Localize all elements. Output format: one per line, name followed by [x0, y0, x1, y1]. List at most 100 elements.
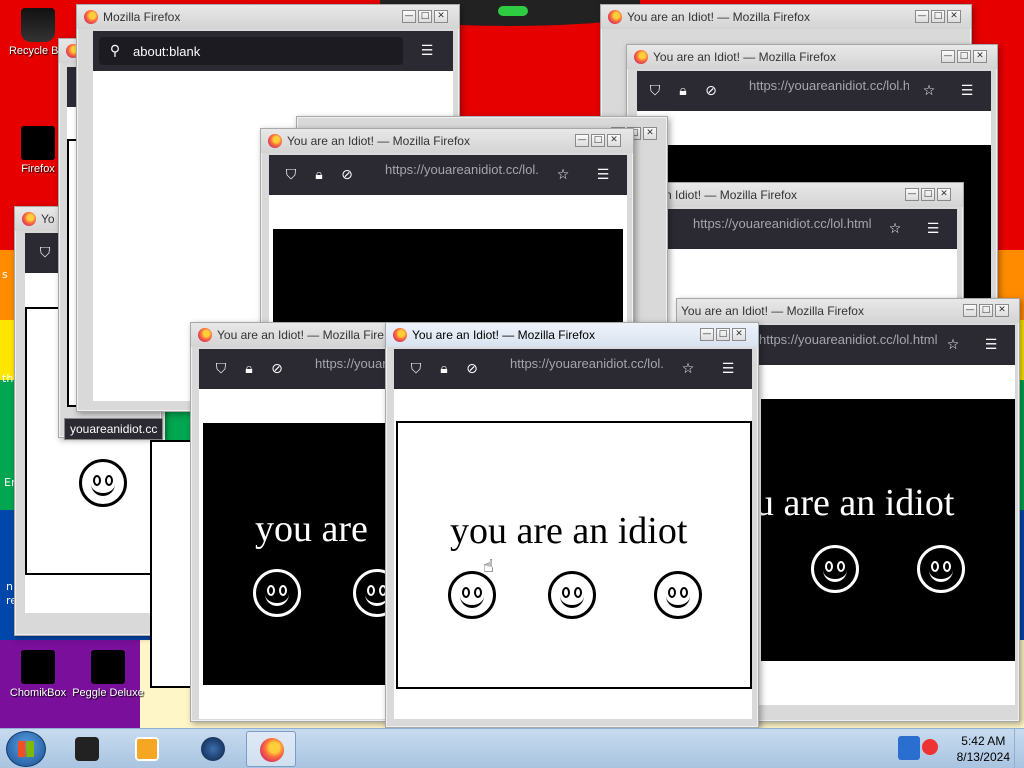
bookmark-star-icon[interactable]: ☆	[945, 337, 961, 353]
shield-icon[interactable]: ⛉	[213, 361, 229, 377]
recycle-bin-icon	[21, 8, 55, 42]
taskbar-item-media[interactable]	[122, 731, 172, 767]
taskbar-item-firefox[interactable]	[246, 731, 296, 767]
permissions-icon[interactable]: ⊘	[269, 361, 285, 377]
window-titlebar[interactable]: You are an Idiot! — Mozilla Fire	[191, 323, 389, 347]
tray-app-icon[interactable]	[898, 736, 920, 760]
close-button[interactable]: ✕	[995, 304, 1009, 317]
bookmark-star-icon[interactable]: ☆	[921, 83, 937, 99]
clock[interactable]: 5:42 AM 8/13/2024	[957, 733, 1010, 765]
firefox-icon	[198, 328, 212, 342]
search-icon: ⚲	[109, 43, 121, 59]
url-bar[interactable]: ⚲ about:blank	[99, 37, 403, 65]
window-titlebar[interactable]: n Idiot! — Mozilla Firefox — □ ✕	[661, 183, 963, 207]
maximize-button[interactable]: □	[921, 188, 935, 201]
window-titlebar[interactable]: You are an Idiot! — Mozilla Firefox — □ …	[677, 299, 1019, 323]
url-text[interactable]: about:blank	[133, 44, 393, 59]
menu-icon[interactable]: ☰	[720, 361, 736, 377]
firefox-icon	[608, 10, 622, 24]
window-titlebar[interactable]: You are an Idiot! — Mozilla Firefox — □ …	[261, 129, 633, 153]
lock-icon[interactable]: 🔒︎	[675, 83, 691, 99]
show-desktop-button[interactable]	[1014, 729, 1024, 768]
lock-icon[interactable]: 🔒︎	[241, 361, 257, 377]
window-titlebar[interactable]: Mozilla Firefox — □ ✕	[77, 5, 459, 29]
url-text[interactable]: https://youareanidiot.cc/lol.html	[749, 78, 909, 93]
bookmark-star-icon[interactable]: ☆	[555, 167, 571, 183]
url-text[interactable]: https://youareanidiot.cc/lol.html	[315, 356, 391, 371]
globe-app-icon	[201, 737, 225, 761]
firefox-window-front[interactable]: You are an Idiot! — Mozilla Firefox — □ …	[385, 322, 759, 728]
close-button[interactable]: ✕	[947, 10, 961, 23]
media-player-icon	[135, 737, 159, 761]
window-title: Yo	[41, 212, 55, 226]
minimize-button[interactable]: —	[963, 304, 977, 317]
firefox-icon	[634, 50, 648, 64]
permissions-icon[interactable]: ⊘	[703, 83, 719, 99]
window-titlebar[interactable]: You are an Idiot! — Mozilla Firefox — □ …	[627, 45, 997, 69]
minimize-button[interactable]: —	[905, 188, 919, 201]
minimize-button[interactable]: —	[700, 328, 714, 341]
smiley-icon	[548, 571, 596, 619]
firefox-icon	[393, 328, 407, 342]
bookmark-star-icon[interactable]: ☆	[680, 361, 696, 377]
window-titlebar[interactable]: You are an Idiot! — Mozilla Firefox — □ …	[601, 5, 971, 29]
shield-icon[interactable]: ⛉	[647, 83, 663, 99]
taskbar-item-terminal[interactable]	[62, 731, 112, 767]
smiley-icon	[79, 459, 127, 507]
maximize-button[interactable]: □	[957, 50, 971, 63]
bookmark-star-icon[interactable]: ☆	[887, 221, 903, 237]
menu-icon[interactable]: ☰	[925, 221, 941, 237]
menu-icon[interactable]: ☰	[595, 167, 611, 183]
maximize-button[interactable]: □	[931, 10, 945, 23]
menu-icon[interactable]: ☰	[419, 43, 435, 59]
shield-icon[interactable]: ⛉	[37, 245, 53, 261]
permissions-icon[interactable]: ⊘	[339, 167, 355, 183]
maximize-button[interactable]: □	[716, 328, 730, 341]
minimize-button[interactable]: —	[941, 50, 955, 63]
close-button[interactable]: ✕	[643, 127, 657, 140]
lock-icon[interactable]: 🔒︎	[311, 167, 327, 183]
windows-start-icon[interactable]	[6, 731, 46, 767]
desktop-icon-chomikbox[interactable]: ChomikBox	[2, 650, 74, 699]
minimize-button[interactable]: —	[575, 134, 589, 147]
firefox-window-left-middle[interactable]: You are an Idiot! — Mozilla Fire ⛉ 🔒︎ ⊘ …	[190, 322, 391, 722]
close-button[interactable]: ✕	[973, 50, 987, 63]
firefox-icon	[268, 134, 282, 148]
url-text[interactable]: https://youareanidiot.cc/lol.html	[759, 332, 941, 347]
permissions-icon[interactable]: ⊘	[464, 361, 480, 377]
url-text[interactable]: https://youareanidiot.cc/lol.	[385, 162, 545, 177]
tray-notification-icon[interactable]	[922, 739, 938, 755]
url-text[interactable]: https://youareanidiot.cc/lol.	[510, 356, 670, 371]
shield-icon[interactable]: ⛉	[283, 167, 299, 183]
firefox-icon	[22, 212, 36, 226]
idiot-stage: you are an idiot	[396, 421, 752, 689]
lock-icon[interactable]: 🔒︎	[436, 361, 452, 377]
shield-icon[interactable]: ⛉	[408, 361, 424, 377]
firefox-window-center[interactable]: You are an Idiot! — Mozilla Firefox — □ …	[260, 128, 634, 348]
window-title: n Idiot! — Mozilla Firefox	[665, 188, 798, 202]
maximize-button[interactable]: □	[418, 10, 432, 23]
minimize-button[interactable]: —	[402, 10, 416, 23]
close-button[interactable]: ✕	[732, 328, 746, 341]
window-titlebar[interactable]: You are an Idiot! — Mozilla Firefox — □ …	[386, 323, 758, 347]
taskbar-item-globe[interactable]	[188, 731, 238, 767]
minimize-button[interactable]: —	[915, 10, 929, 23]
window-title: You are an Idiot! — Mozilla Firefox	[627, 10, 810, 24]
window-title: You are an Idiot! — Mozilla Firefox	[287, 134, 470, 148]
nav-toolbar: ⛉ 🔒︎ ⊘ https://youareanidiot.cc/lol.html…	[637, 71, 991, 111]
menu-icon[interactable]: ☰	[983, 337, 999, 353]
peggle-icon	[91, 650, 125, 684]
clock-date: 8/13/2024	[956, 750, 1010, 764]
close-button[interactable]: ✕	[607, 134, 621, 147]
close-button[interactable]: ✕	[937, 188, 951, 201]
maximize-button[interactable]: □	[591, 134, 605, 147]
url-text[interactable]: https://youareanidiot.cc/lol.html	[693, 216, 883, 231]
maximize-button[interactable]: □	[979, 304, 993, 317]
menu-icon[interactable]: ☰	[959, 83, 975, 99]
smiley-icon	[654, 571, 702, 619]
close-button[interactable]: ✕	[434, 10, 448, 23]
firefox-icon	[84, 10, 98, 24]
nav-toolbar: ⛉ 🔒︎ ⊘ https://youareanidiot.cc/lol. ☆ ☰	[269, 155, 627, 195]
desktop-icon-peggle[interactable]: Peggle Deluxe	[72, 650, 144, 699]
nav-toolbar: ⛉ 🔒︎ ⊘ https://youareanidiot.cc/lol. ☆ ☰	[394, 349, 752, 389]
